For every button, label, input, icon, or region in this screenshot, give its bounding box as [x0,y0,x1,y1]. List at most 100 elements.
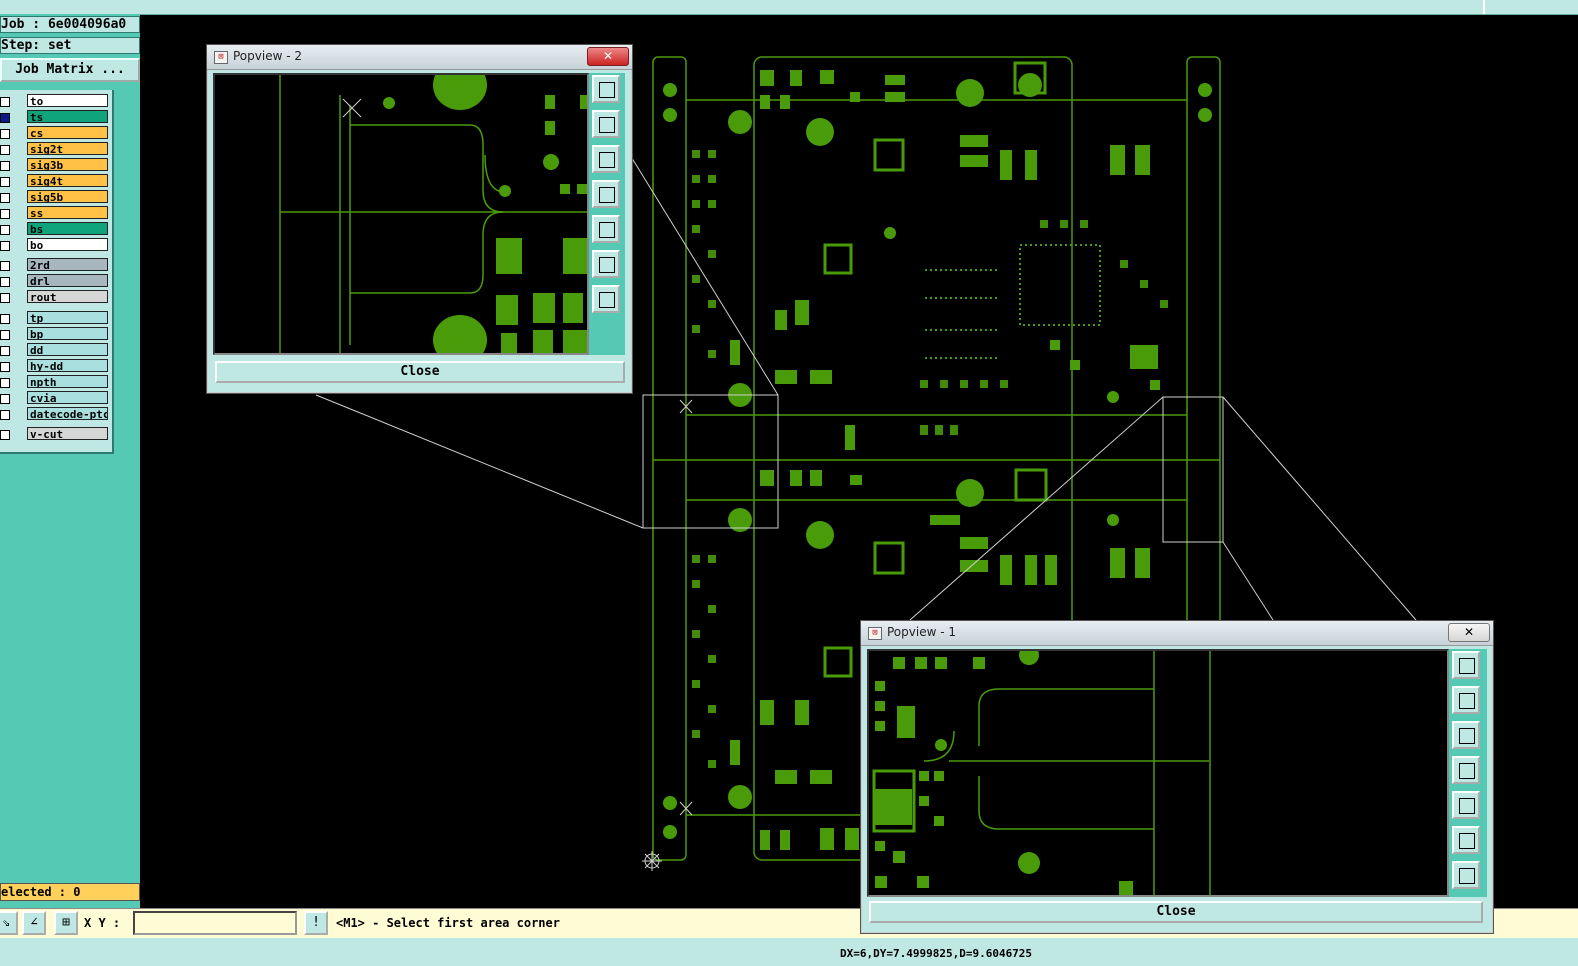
layer-checkbox[interactable] [0,177,10,187]
layer-checkbox[interactable] [0,410,10,420]
popview-2-titlebar[interactable]: ⊠ Popview - 2 ✕ [207,45,632,70]
layer-name[interactable]: sig5b [27,190,108,203]
layer-checkbox[interactable] [0,113,10,123]
layer-checkbox[interactable] [0,193,10,203]
grid-snap-icon[interactable]: ⊞ [54,911,78,935]
layer-list: to ts cs sig2t sig3b sig4t sig5b ss bs bo 2rd drl ro… [0,90,114,454]
pan-down-icon[interactable] [592,145,620,173]
layer-row[interactable]: v-cut [0,427,112,441]
close-icon[interactable]: ✕ [587,47,629,66]
layer-row[interactable]: cs [0,126,112,140]
pan-down-icon[interactable] [1452,721,1480,749]
layer-name[interactable]: bs [27,222,108,235]
popview-1-close-button[interactable]: Close [869,901,1483,923]
pan-right-icon[interactable] [592,215,620,243]
alert-icon[interactable]: ! [304,911,328,935]
layer-name[interactable]: rout [27,290,108,303]
job-matrix-button[interactable]: Job Matrix ... [0,58,140,82]
layer-row[interactable]: sig3b [0,158,112,172]
popview-2-title: Popview - 2 [233,49,302,63]
layer-row[interactable]: drl [0,274,112,288]
layer-row[interactable]: sig5b [0,190,112,204]
layer-name[interactable]: dd [27,343,108,356]
popview-2-window[interactable]: ⊠ Popview - 2 ✕ Close [206,44,633,394]
layer-row[interactable]: 2rd [0,258,112,272]
layer-name[interactable]: bp [27,327,108,340]
layer-checkbox[interactable] [0,225,10,235]
layer-checkbox[interactable] [0,430,10,440]
layer-checkbox[interactable] [0,330,10,340]
layer-name[interactable]: sig2t [27,142,108,155]
pan-up-icon[interactable] [592,110,620,138]
layer-checkbox[interactable] [0,261,10,271]
layer-row[interactable]: tp [0,311,112,325]
layer-row[interactable]: sig2t [0,142,112,156]
layer-checkbox[interactable] [0,293,10,303]
window-icon: ⊠ [868,627,882,640]
popview-2-close-button[interactable]: Close [215,361,625,383]
popview-1-toolbar [1449,649,1487,897]
pan-left-icon[interactable] [592,180,620,208]
layer-name[interactable]: ts [27,110,108,123]
layer-name[interactable]: drl [27,274,108,287]
layer-checkbox[interactable] [0,129,10,139]
layer-checkbox[interactable] [0,145,10,155]
layer-name[interactable]: sig3b [27,158,108,171]
layer-checkbox[interactable] [0,394,10,404]
layer-row[interactable]: bo [0,238,112,252]
layer-name[interactable]: bo [27,238,108,251]
xy-input[interactable] [133,911,297,935]
pan-up-icon[interactable] [1452,686,1480,714]
bga-area [925,244,1101,359]
job-name: Job : 6e004096a0 [0,16,140,33]
angle-icon[interactable]: ∠ [22,911,46,935]
bottom-bar [0,938,1578,966]
layer-checkbox[interactable] [0,314,10,324]
popview-2-canvas[interactable] [213,73,589,355]
layer-row[interactable]: rout [0,290,112,304]
layer-checkbox[interactable] [0,161,10,171]
close-icon[interactable]: ✕ [1448,623,1490,642]
zoom-out-icon[interactable] [1452,861,1480,889]
pan-left-icon[interactable] [1452,756,1480,784]
layer-row[interactable]: dd [0,343,112,357]
layer-name[interactable]: cvia [27,391,108,404]
layer-row[interactable]: sig4t [0,174,112,188]
pan-right-icon[interactable] [1452,791,1480,819]
layer-name[interactable]: ss [27,206,108,219]
layer-row[interactable]: hy-dd [0,359,112,373]
layer-row[interactable]: to [0,94,112,108]
layer-row[interactable]: ts [0,110,112,124]
zoom-fit-icon[interactable] [1452,651,1480,679]
zoom-out-icon[interactable] [592,285,620,313]
layer-name[interactable]: to [27,94,108,107]
layer-checkbox[interactable] [0,97,10,107]
zoom-in-icon[interactable] [592,250,620,278]
layer-row[interactable]: npth [0,375,112,389]
popview-1-window[interactable]: ⊠ Popview - 1 ✕ Close [860,620,1494,934]
layer-checkbox[interactable] [0,378,10,388]
layer-checkbox[interactable] [0,277,10,287]
layer-name[interactable]: v-cut [27,427,108,440]
layer-name[interactable]: 2rd [27,258,108,271]
layer-checkbox[interactable] [0,209,10,219]
layer-name[interactable]: tp [27,311,108,324]
layer-checkbox[interactable] [0,362,10,372]
layer-checkbox[interactable] [0,346,10,356]
measure-icon[interactable]: ⇘ [0,911,18,935]
layer-name[interactable]: cs [27,126,108,139]
layer-name[interactable]: npth [27,375,108,388]
layer-row[interactable]: datecode-ptc [0,407,112,421]
layer-row[interactable]: cvia [0,391,112,405]
popview-1-canvas[interactable] [867,649,1449,897]
popview-1-titlebar[interactable]: ⊠ Popview - 1 ✕ [861,621,1493,646]
layer-row[interactable]: bs [0,222,112,236]
layer-name[interactable]: sig4t [27,174,108,187]
layer-name[interactable]: datecode-ptc [27,407,108,420]
layer-name[interactable]: hy-dd [27,359,108,372]
layer-checkbox[interactable] [0,241,10,251]
layer-row[interactable]: ss [0,206,112,220]
layer-row[interactable]: bp [0,327,112,341]
zoom-fit-icon[interactable] [592,75,620,103]
zoom-in-icon[interactable] [1452,826,1480,854]
